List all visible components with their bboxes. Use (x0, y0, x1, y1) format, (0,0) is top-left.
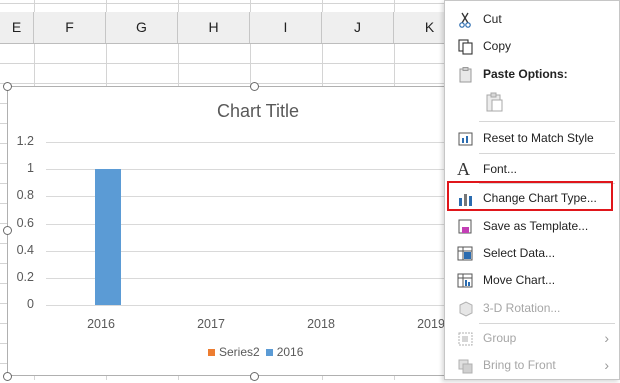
menu-item-bring-to-front[interactable]: Bring to Front › (445, 352, 619, 378)
resize-handle-left[interactable] (3, 226, 12, 235)
menu-label-3d-rotation: 3-D Rotation... (483, 301, 561, 315)
save-template-icon (457, 218, 475, 234)
menu-label-reset-style: Reset to Match Style (483, 131, 594, 145)
menu-label-cut: Cut (483, 12, 502, 26)
y-tick-label: 0 (27, 297, 34, 311)
x-tick-label: 2016 (87, 317, 115, 331)
column-header-i[interactable]: I (250, 12, 322, 43)
menu-item-paste-options: Paste Options: (445, 61, 619, 87)
move-chart-icon (457, 272, 475, 288)
y-tick-label: 0.8 (16, 188, 34, 203)
menu-item-save-template[interactable]: Save as Template... (445, 213, 619, 239)
menu-separator (479, 121, 615, 122)
menu-label-group: Group (483, 331, 517, 345)
select-data-icon (457, 245, 475, 261)
resize-handle-top-left[interactable] (3, 82, 12, 91)
menu-label-font: Font... (483, 162, 518, 176)
x-tick-label: 2017 (197, 317, 225, 331)
menu-item-font[interactable]: A Font... (445, 156, 619, 182)
column-header-h[interactable]: H (178, 12, 250, 43)
legend-item[interactable]: Series2 (208, 345, 260, 359)
y-tick-label: 0.4 (16, 242, 34, 257)
y-tick-label: 0.2 (16, 269, 34, 284)
column-header-f[interactable]: F (34, 12, 106, 43)
y-tick-label: 1.2 (16, 134, 34, 148)
highlight-box (447, 181, 613, 211)
legend-swatch (265, 349, 273, 357)
gridline (46, 305, 508, 306)
menu-label-bring-to-front: Bring to Front (483, 358, 556, 372)
chart-legend[interactable]: Series2 2016 (208, 345, 309, 359)
menu-label-paste-options: Paste Options: (483, 67, 568, 81)
resize-handle-top[interactable] (250, 82, 259, 91)
legend-label: 2016 (276, 345, 304, 359)
legend-swatch (208, 349, 215, 357)
paste-clipboard-icon[interactable] (483, 91, 505, 113)
menu-label-save-template: Save as Template... (483, 219, 589, 233)
chart-title[interactable]: Chart Title (8, 101, 508, 122)
menu-separator (479, 323, 615, 324)
menu-item-reset-style[interactable]: Reset to Match Style (445, 125, 619, 151)
bar[interactable] (95, 169, 121, 305)
legend-label: Series2 (219, 345, 260, 359)
menu-item-move-chart[interactable]: Move Chart... (445, 267, 619, 293)
bring-front-icon (457, 357, 475, 374)
gridline (46, 142, 508, 143)
font-a-icon: A (457, 159, 470, 179)
cube-icon (457, 300, 475, 317)
copy-icon (457, 38, 475, 55)
x-tick-label: 2018 (307, 317, 335, 331)
menu-item-cut[interactable]: Cut (445, 6, 619, 32)
menu-item-3d-rotation[interactable]: 3-D Rotation... (445, 295, 619, 321)
menu-separator (479, 153, 615, 154)
menu-item-group[interactable]: Group › (445, 325, 619, 351)
clipboard-icon (457, 66, 475, 83)
menu-item-copy[interactable]: Copy (445, 33, 619, 59)
column-header-e[interactable]: E (0, 12, 34, 43)
menu-label-select-data: Select Data... (483, 246, 556, 260)
group-icon (457, 330, 475, 346)
scissors-icon (457, 11, 475, 28)
menu-item-select-data[interactable]: Select Data... (445, 240, 619, 266)
menu-label-move-chart: Move Chart... (483, 273, 556, 287)
y-tick-label: 1 (27, 161, 34, 176)
legend-item[interactable]: 2016 (265, 345, 304, 359)
chart-area[interactable]: Chart Title 0 0.2 0.4 0.6 0.8 1 1.2 2016 2017 201… (7, 86, 508, 376)
column-header-g[interactable]: G (106, 12, 178, 43)
chevron-right-icon: › (604, 357, 609, 373)
reset-style-icon (457, 130, 475, 146)
column-header-j[interactable]: J (322, 12, 394, 43)
menu-label-copy: Copy (483, 39, 512, 53)
chevron-right-icon: › (604, 330, 609, 346)
